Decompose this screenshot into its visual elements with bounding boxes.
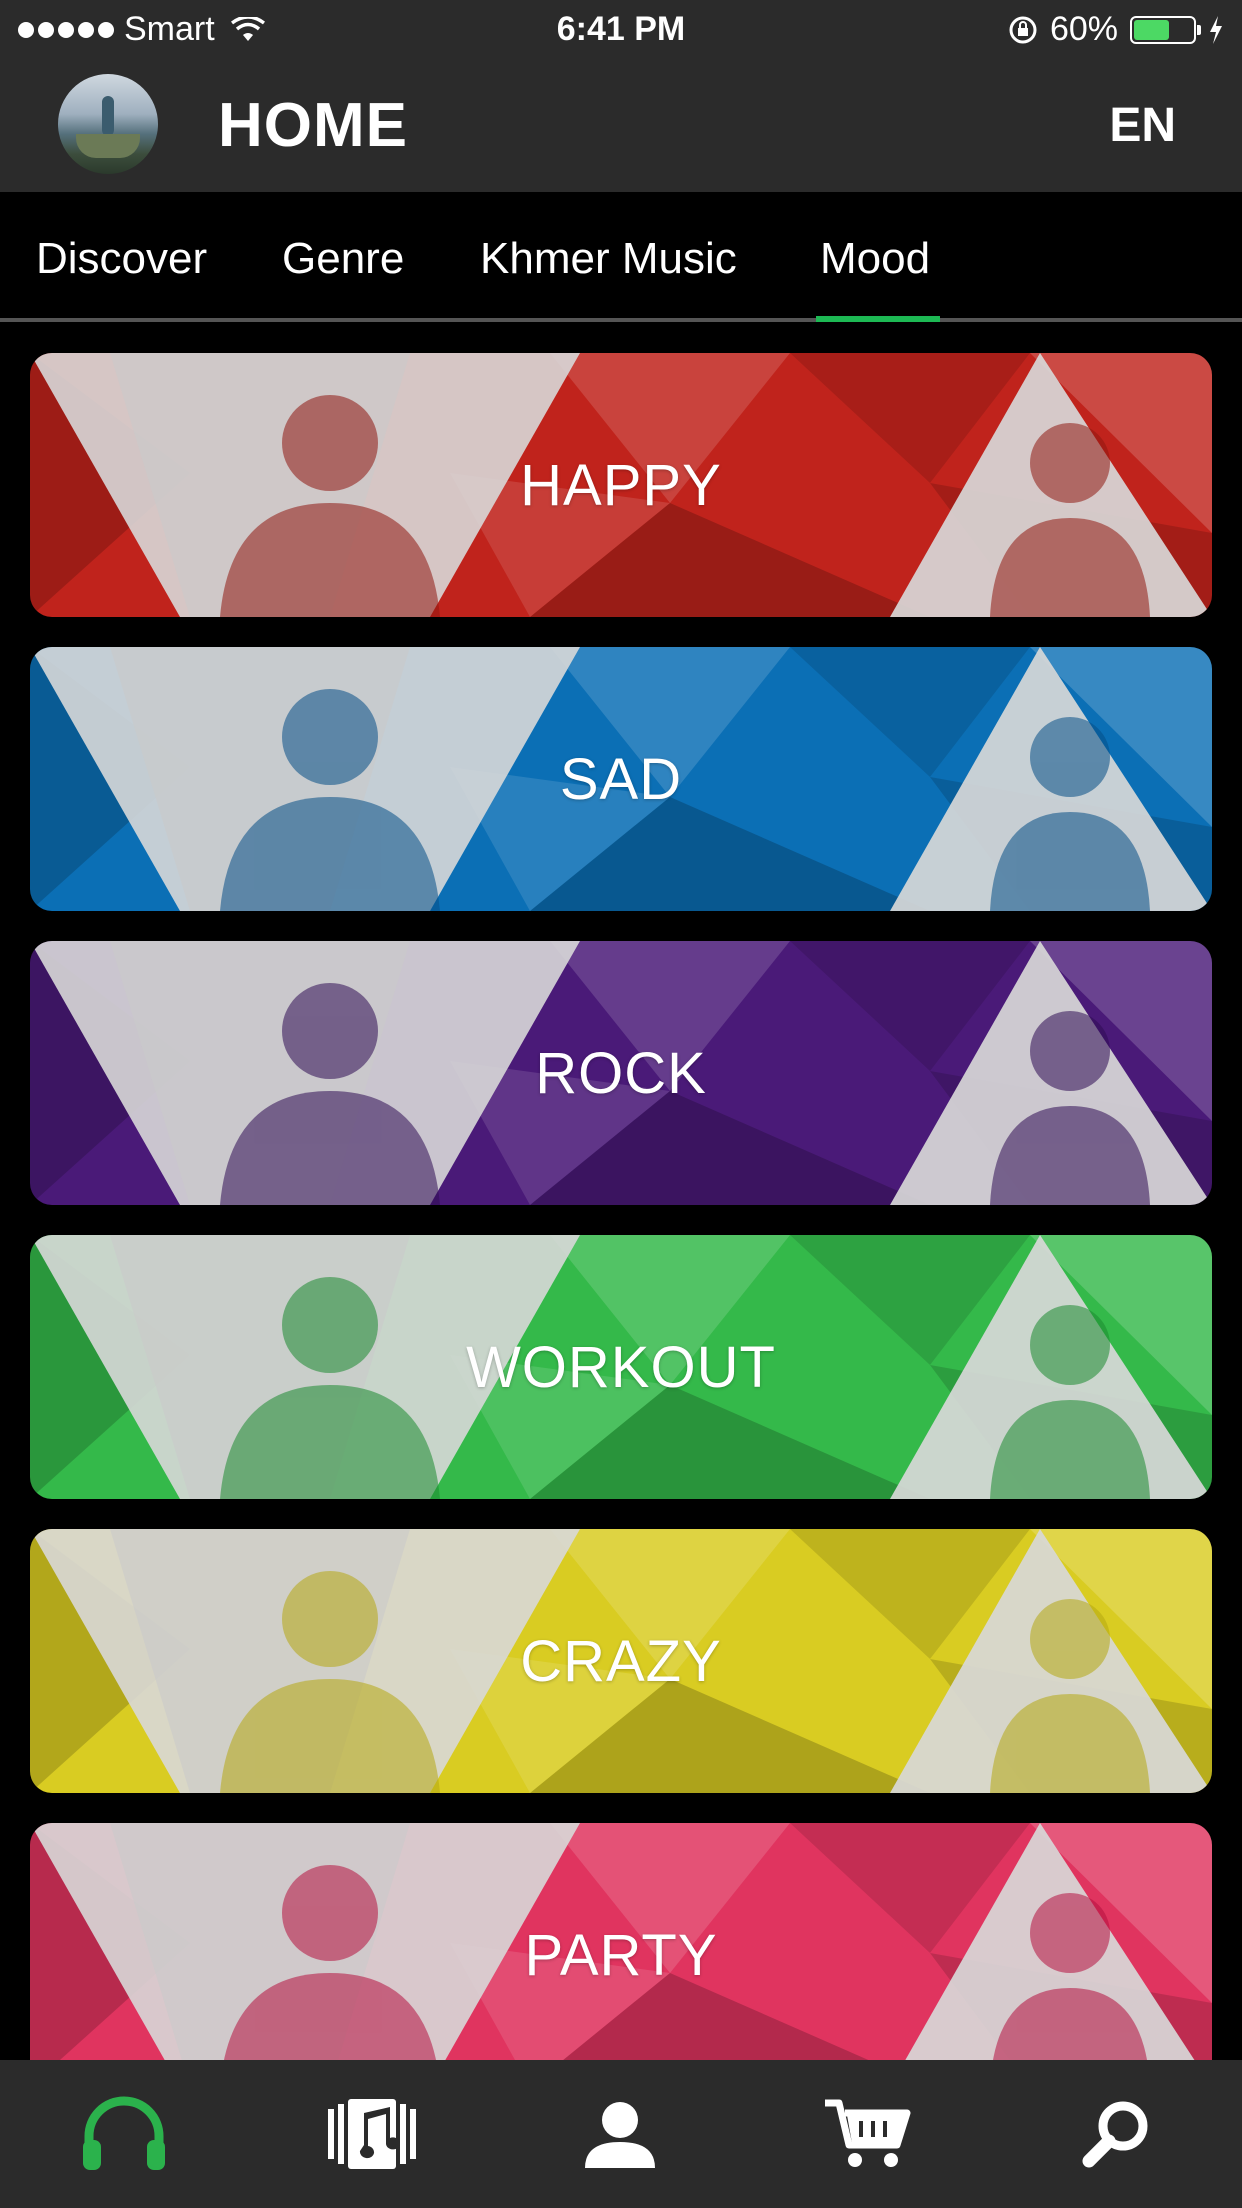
tab-khmer-music[interactable]: Khmer Music	[480, 234, 737, 284]
battery-fill	[1134, 19, 1169, 40]
status-right: 60%	[1008, 10, 1224, 49]
profile-icon	[585, 2102, 655, 2168]
user-avatar[interactable]	[58, 74, 158, 174]
orientation-lock-icon	[1009, 16, 1037, 43]
mood-label: CRAZY	[520, 1628, 722, 1694]
bottom-navigation	[0, 2060, 1242, 2208]
mood-label: WORKOUT	[466, 1334, 776, 1400]
nav-library[interactable]	[248, 2060, 496, 2208]
active-tab-indicator	[816, 316, 940, 322]
mood-card-sad[interactable]: SAD	[30, 647, 1212, 911]
mood-label: HAPPY	[520, 452, 722, 518]
status-bar: Smart 6:41 PM 60%	[0, 0, 1242, 62]
tab-divider	[0, 318, 1242, 322]
tab-discover[interactable]: Discover	[36, 234, 207, 284]
language-switch[interactable]: EN	[1109, 98, 1176, 153]
mood-card-workout[interactable]: WORKOUT	[30, 1235, 1212, 1499]
battery-percent: 60%	[1049, 10, 1118, 48]
headphones-icon	[83, 2096, 165, 2170]
mood-card-crazy[interactable]: CRAZY	[30, 1529, 1212, 1793]
page-title: HOME	[218, 91, 408, 160]
cart-icon	[825, 2099, 911, 2167]
battery-icon	[1130, 15, 1201, 44]
mood-card-rock[interactable]: ROCK	[30, 941, 1212, 1205]
nav-listen[interactable]	[0, 2060, 248, 2208]
nav-cart[interactable]	[744, 2060, 992, 2208]
nav-profile[interactable]	[496, 2060, 744, 2208]
music-library-icon	[328, 2099, 416, 2169]
mood-card-party[interactable]: PARTY	[30, 1823, 1212, 2087]
mood-card-happy[interactable]: HAPPY	[30, 353, 1212, 617]
mood-label: SAD	[559, 746, 683, 812]
charging-icon	[1210, 15, 1222, 44]
search-icon	[1082, 2101, 1148, 2168]
nav-search[interactable]	[992, 2060, 1240, 2208]
tab-genre[interactable]: Genre	[282, 234, 404, 284]
app-header: HOME EN	[0, 62, 1242, 192]
mood-label: PARTY	[524, 1922, 718, 1988]
category-tabs: Discover Genre Khmer Music Mood	[0, 192, 1242, 320]
mood-label: ROCK	[535, 1040, 707, 1106]
tab-mood[interactable]: Mood	[820, 234, 930, 284]
